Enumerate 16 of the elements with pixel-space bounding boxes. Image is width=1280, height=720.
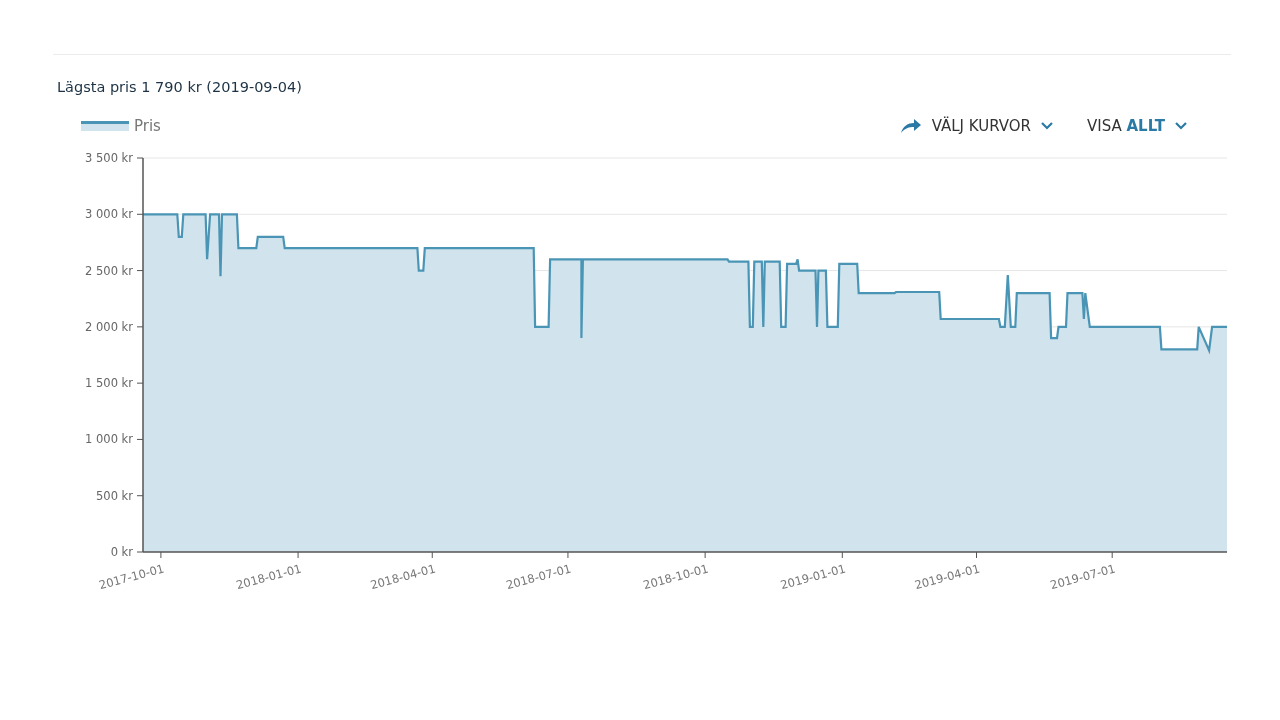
- y-tick-label: 1 500 kr: [85, 376, 133, 391]
- select-curves-button[interactable]: VÄLJ KURVOR: [899, 117, 1053, 135]
- legend-swatch: [81, 121, 129, 131]
- legend-label: Pris: [134, 117, 161, 135]
- chevron-down-icon: [1041, 122, 1053, 130]
- y-tick-label: 0 kr: [110, 545, 133, 559]
- y-tick-label: 2 500 kr: [85, 263, 133, 278]
- y-tick-label: 2 000 kr: [85, 319, 133, 334]
- y-tick-label: 1 000 kr: [85, 432, 133, 447]
- y-tick-label: 3 000 kr: [85, 207, 133, 222]
- chart-title: Lägsta pris 1 790 kr (2019-09-04): [57, 79, 303, 95]
- y-tick-label: 500 kr: [96, 488, 133, 503]
- y-tick-label: 3 500 kr: [85, 151, 133, 165]
- share-arrow-icon: [899, 118, 922, 134]
- chevron-down-icon: [1175, 122, 1187, 130]
- view-dropdown[interactable]: VISA ALLT: [1087, 117, 1187, 135]
